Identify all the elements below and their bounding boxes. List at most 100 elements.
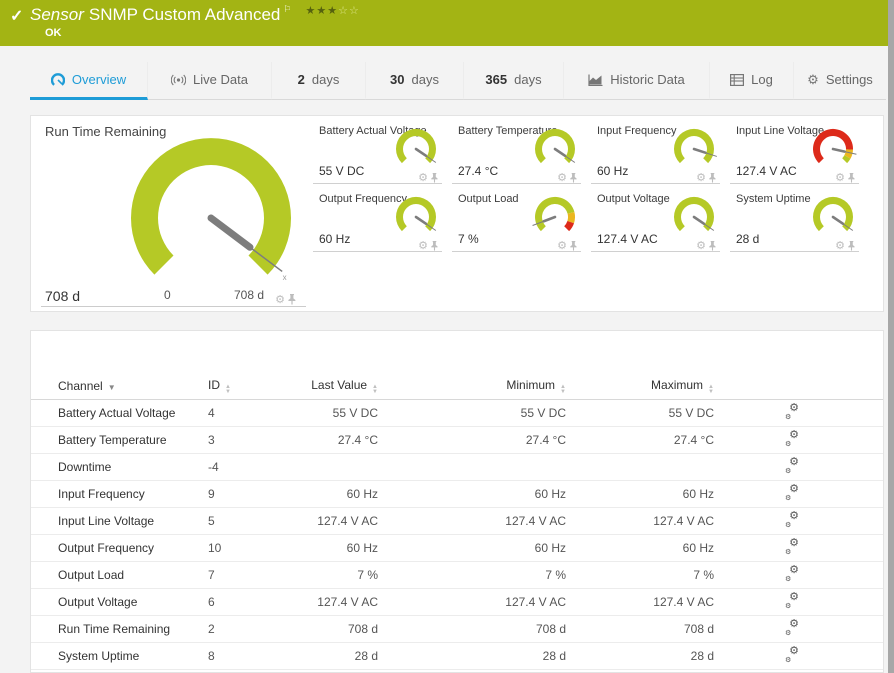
table-row[interactable]: Downtime -4 ⚙ ⚙ [31, 454, 883, 481]
channel-name[interactable]: Output Voltage [58, 595, 208, 609]
gear-icon[interactable]: ⚙ [696, 241, 706, 252]
channel-name[interactable]: Battery Temperature [58, 433, 208, 447]
gear-icon[interactable]: ⚙ [557, 173, 567, 184]
gear-icon[interactable]: ⚙ [557, 241, 567, 252]
channel-gauge-title: Input Frequency [597, 125, 677, 137]
tab-historic-data[interactable]: Historic Data [564, 62, 710, 100]
table-row[interactable]: Run Time Remaining 2 708 d 708 d 708 d ⚙… [31, 616, 883, 643]
channel-minimum: 7 % [545, 568, 566, 582]
channel-name[interactable]: Run Time Remaining [58, 622, 208, 636]
channel-gauge [535, 128, 576, 164]
channel-gauge-card[interactable]: Input Line Voltage 127.4 V AC ⚙ [730, 123, 869, 184]
table-row[interactable]: System Uptime 8 28 d 28 d 28 d ⚙ ⚙ [31, 643, 883, 670]
channel-id: -4 [208, 460, 219, 474]
divider [730, 183, 859, 184]
main-gauge-card[interactable]: Run Time Remaining x 0 708 d 708 d ⚙ [31, 116, 311, 311]
table-row[interactable]: Input Line Voltage 5 127.4 V AC 127.4 V … [31, 508, 883, 535]
table-row[interactable]: Output Load 7 7 % 7 % 7 % ⚙ ⚙ [31, 562, 883, 589]
scrollbar-track[interactable] [888, 0, 894, 673]
channel-id: 2 [208, 622, 215, 636]
gear-icon[interactable]: ⚙ [275, 295, 285, 306]
channel-gauge-card[interactable]: Battery Actual Voltage 55 V DC ⚙ [313, 123, 452, 184]
channel-maximum: 55 V DC [668, 406, 714, 420]
pin-icon[interactable] [708, 173, 717, 183]
tab-365-days[interactable]: 365 days [464, 62, 564, 100]
channel-gauge-value: 127.4 V AC [736, 164, 797, 178]
tab-settings[interactable]: ⚙ Settings [794, 62, 886, 100]
pin-icon[interactable] [708, 241, 717, 251]
column-label: Last Value [311, 377, 368, 392]
gear-icon[interactable]: ⚙ [696, 173, 706, 184]
table-row[interactable]: Output Voltage 6 127.4 V AC 127.4 V AC 1… [31, 589, 883, 616]
star-filled-icon: ★ [316, 5, 328, 17]
channel-settings-icon[interactable]: ⚙ ⚙ [784, 564, 800, 583]
channel-gauge-card[interactable]: Output Frequency 60 Hz ⚙ [313, 191, 452, 252]
channel-settings-icon[interactable]: ⚙ ⚙ [784, 618, 800, 637]
channel-minimum: 60 Hz [534, 541, 566, 555]
gear-icon[interactable]: ⚙ [418, 241, 428, 252]
tab-label: days [514, 72, 542, 87]
column-label: ID [208, 377, 220, 392]
channel-gauge-card[interactable]: System Uptime 28 d ⚙ [730, 191, 869, 252]
channel-name[interactable]: Downtime [58, 460, 208, 474]
channel-settings-icon[interactable]: ⚙ ⚙ [784, 510, 800, 529]
pin-icon[interactable] [847, 241, 856, 251]
channel-settings-icon[interactable]: ⚙ ⚙ [784, 645, 800, 664]
channel-name[interactable]: Output Load [58, 568, 208, 582]
channel-gauge [396, 128, 437, 164]
channel-settings-icon[interactable]: ⚙ ⚙ [784, 483, 800, 502]
channel-gauge-title: Output Voltage [597, 193, 670, 205]
column-header-id[interactable]: ID ▲ ▼ [208, 378, 303, 395]
tab-30-days[interactable]: 30 days [366, 62, 464, 100]
pin-icon[interactable] [430, 173, 439, 183]
pin-icon[interactable] [847, 173, 856, 183]
channel-gauge-card[interactable]: Input Frequency 60 Hz ⚙ [591, 123, 730, 184]
channel-gauge-card[interactable]: Battery Temperature 27.4 °C ⚙ [452, 123, 591, 184]
gear-icon[interactable]: ⚙ [418, 173, 428, 184]
table-row[interactable]: Battery Temperature 3 27.4 °C 27.4 °C 27… [31, 427, 883, 454]
star-rating[interactable]: ★★★☆☆ [305, 4, 359, 17]
channel-name[interactable]: Input Line Voltage [58, 514, 208, 528]
column-header-last-value[interactable]: Last Value ▲ ▼ [303, 378, 378, 395]
tab-log[interactable]: Log [710, 62, 794, 100]
tab-overview[interactable]: Overview [30, 62, 148, 100]
divider [452, 251, 581, 252]
channel-name[interactable]: Battery Actual Voltage [58, 406, 208, 420]
sort-icon: ▲ ▼ [225, 383, 231, 395]
channel-settings-icon[interactable]: ⚙ ⚙ [784, 591, 800, 610]
channel-last-value: 708 d [347, 622, 378, 636]
channel-settings-icon[interactable]: ⚙ ⚙ [784, 537, 800, 556]
pin-icon[interactable] [430, 241, 439, 251]
table-row[interactable]: Output Frequency 10 60 Hz 60 Hz 60 Hz ⚙ ⚙ [31, 535, 883, 562]
tab-2-days[interactable]: 2 days [272, 62, 366, 100]
gear-icon[interactable]: ⚙ [835, 241, 845, 252]
channel-settings-icon[interactable]: ⚙ ⚙ [784, 402, 800, 421]
column-header-channel[interactable]: Channel ▼ [58, 379, 208, 393]
channel-id: 8 [208, 649, 215, 663]
column-header-minimum[interactable]: Minimum ▲ ▼ [378, 378, 566, 395]
table-row[interactable]: Battery Actual Voltage 4 55 V DC 55 V DC… [31, 400, 883, 427]
table-row[interactable]: Input Frequency 9 60 Hz 60 Hz 60 Hz ⚙ ⚙ [31, 481, 883, 508]
channel-id: 6 [208, 595, 215, 609]
channel-maximum: 127.4 V AC [653, 514, 714, 528]
channel-settings-icon[interactable]: ⚙ ⚙ [784, 429, 800, 448]
pin-icon[interactable] [569, 241, 578, 251]
pin-icon[interactable] [287, 294, 297, 305]
channel-name[interactable]: Output Frequency [58, 541, 208, 555]
channel-gauge-card[interactable]: Output Voltage 127.4 V AC ⚙ [591, 191, 730, 252]
pin-icon[interactable] [569, 173, 578, 183]
channel-gauge-card[interactable]: Output Load 7 % ⚙ [452, 191, 591, 252]
tab-label: days [411, 72, 439, 87]
gear-icon: ⚙ [807, 71, 819, 87]
channel-gauge-value: 7 % [458, 232, 479, 246]
gear-icon[interactable]: ⚙ [835, 173, 845, 184]
channel-name[interactable]: System Uptime [58, 649, 208, 663]
divider [313, 251, 442, 252]
tab-live-data[interactable]: Live Data [148, 62, 272, 100]
tab-label: Historic Data [610, 72, 685, 87]
channel-gauge-value: 60 Hz [319, 232, 351, 246]
run-time-remaining-gauge: x [131, 138, 291, 282]
channel-name[interactable]: Input Frequency [58, 487, 208, 501]
column-header-maximum[interactable]: Maximum ▲ ▼ [566, 378, 714, 395]
channel-settings-icon[interactable]: ⚙ ⚙ [784, 456, 800, 475]
